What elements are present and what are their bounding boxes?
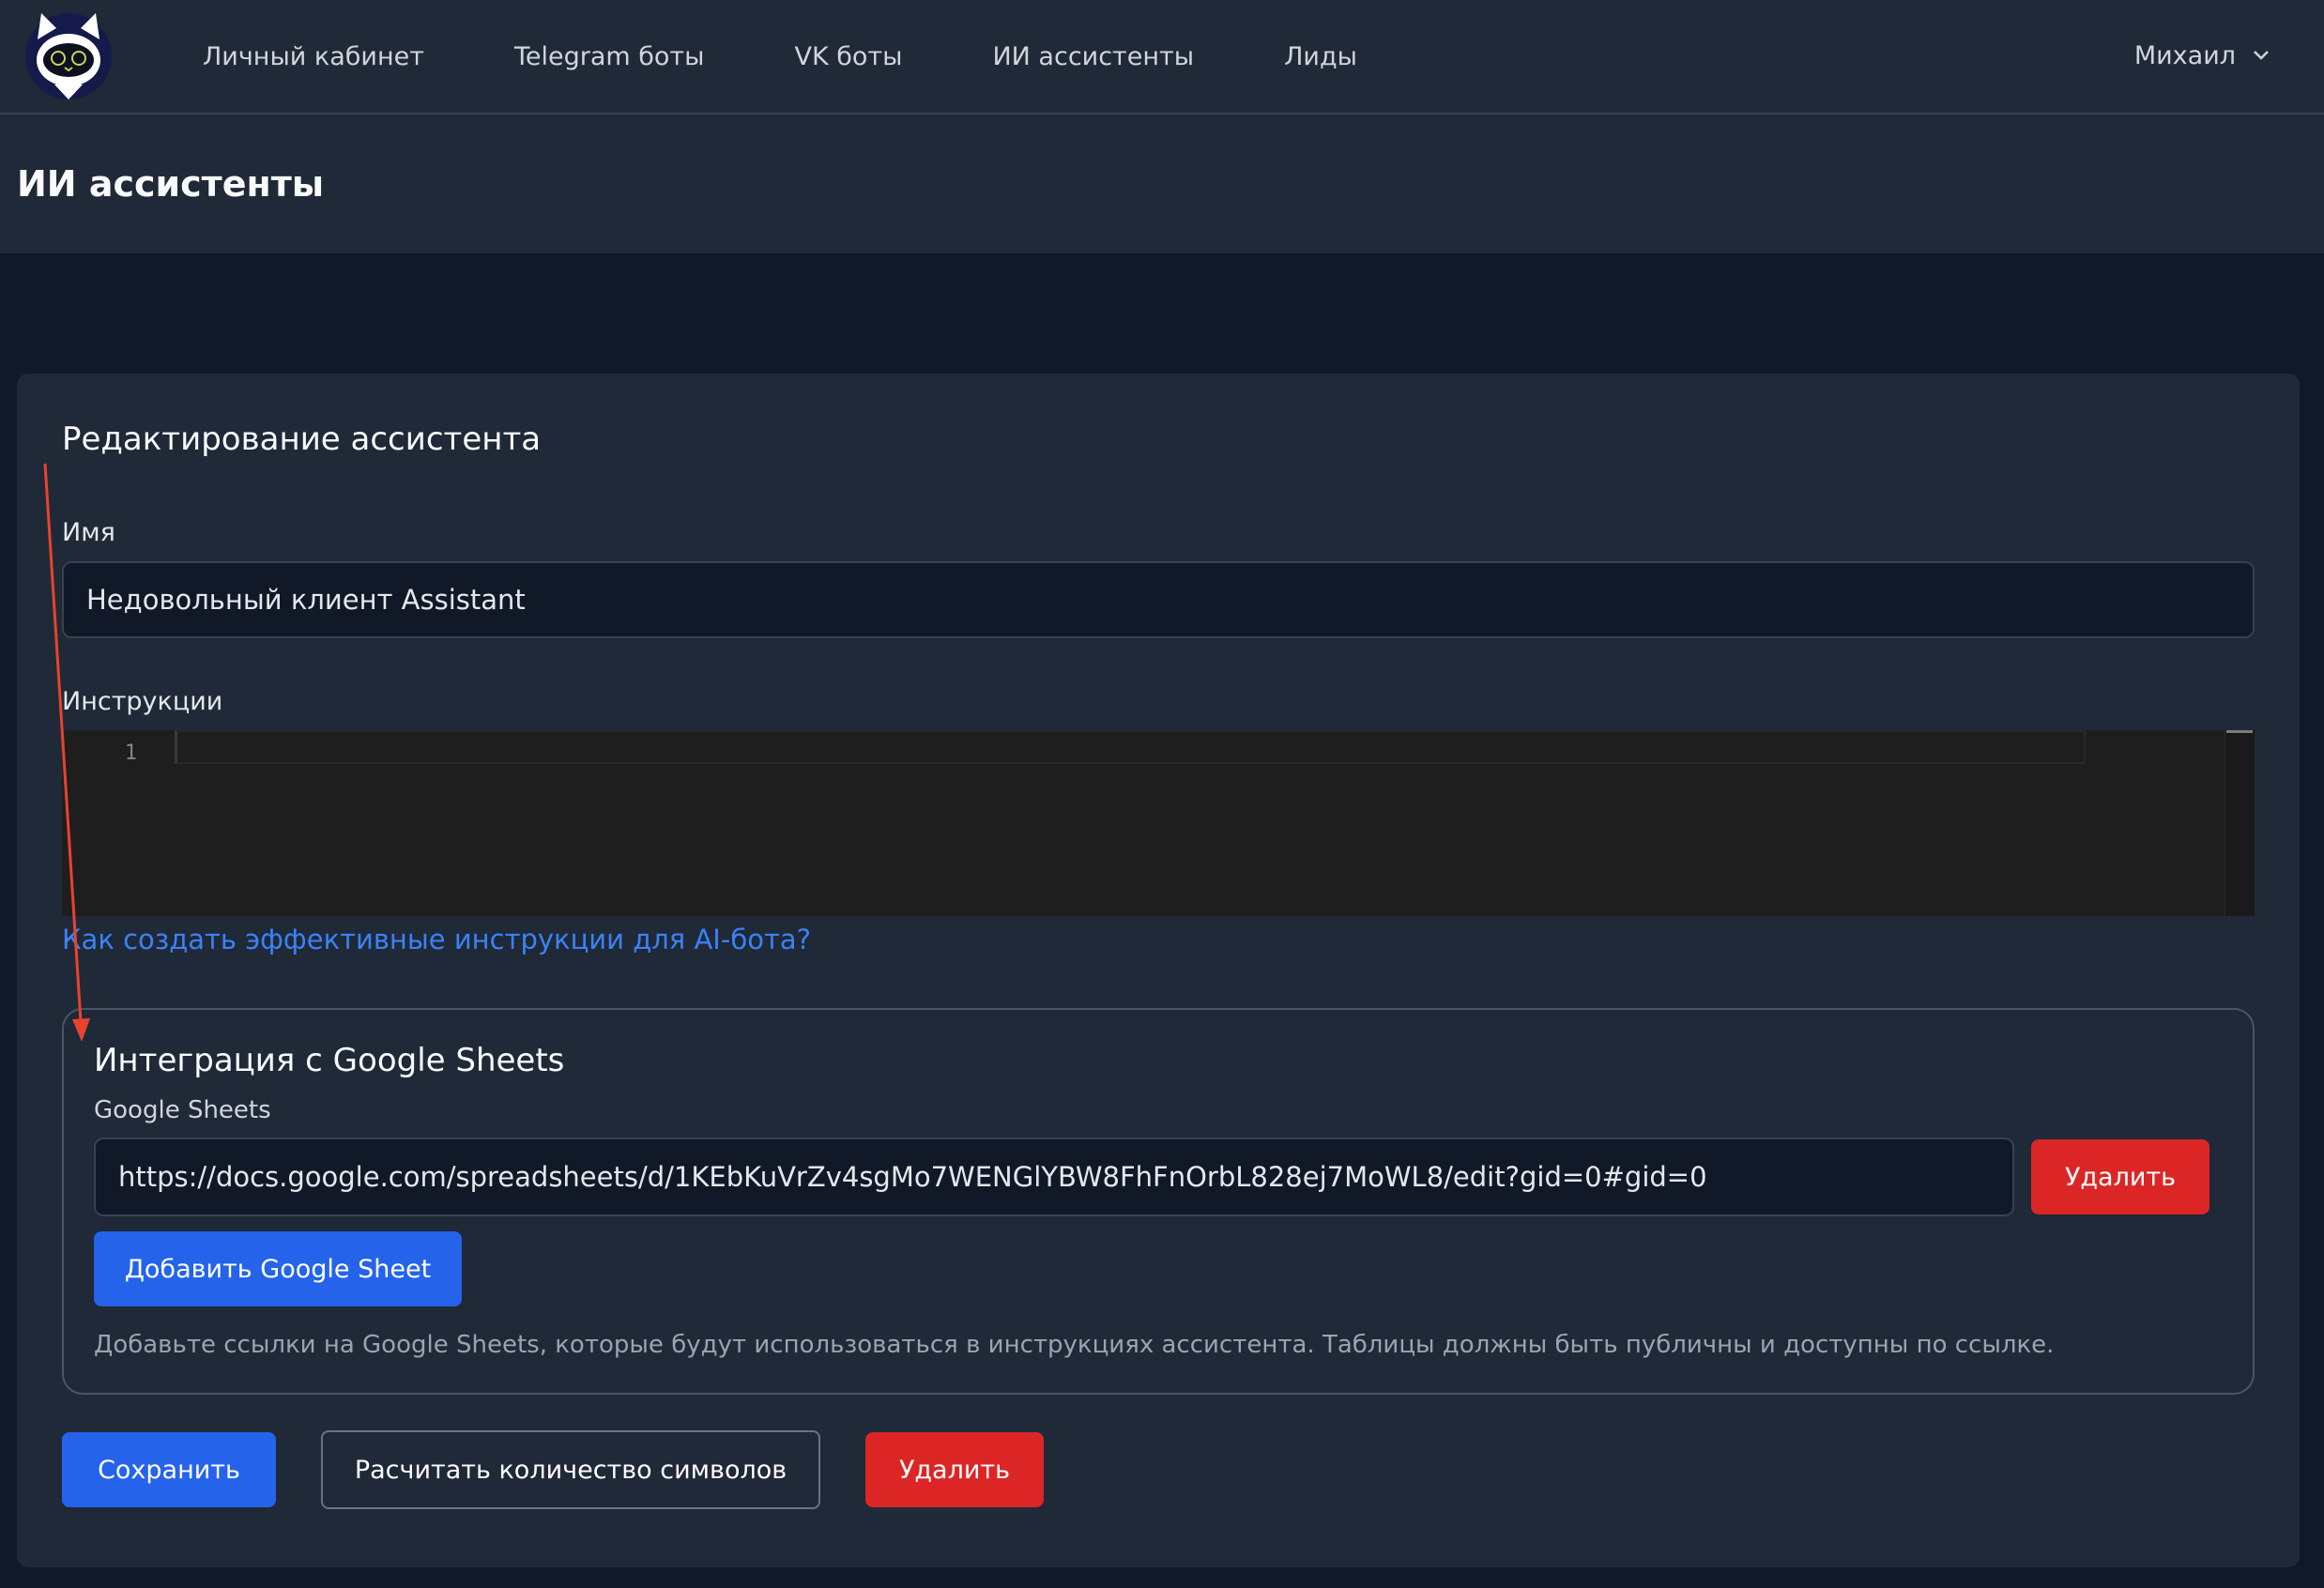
- count-characters-button[interactable]: Расчитать количество символов: [321, 1430, 820, 1509]
- google-sheets-label: Google Sheets: [94, 1096, 271, 1124]
- user-menu[interactable]: Михаил: [2134, 0, 2270, 111]
- page-header: ИИ ассистенты: [0, 115, 2324, 253]
- editor-gutter: 1: [62, 730, 175, 916]
- scrollbar-marker: [2226, 730, 2253, 733]
- page-title: ИИ ассистенты: [17, 163, 325, 205]
- google-sheets-title: Интеграция с Google Sheets: [94, 1042, 565, 1079]
- cat-logo-icon[interactable]: [17, 8, 120, 103]
- chevron-down-icon: [2254, 51, 2269, 60]
- nav-link-personal-account[interactable]: Личный кабинет: [203, 42, 424, 71]
- google-sheets-hint: Добавьте ссылки на Google Sheets, которы…: [94, 1331, 2055, 1359]
- google-sheet-url-input[interactable]: [94, 1138, 2014, 1216]
- card-title: Редактирование ассистента: [62, 420, 542, 458]
- nav-link-ai-assistants[interactable]: ИИ ассистенты: [992, 42, 1194, 71]
- google-sheets-integration: Интеграция с Google Sheets Google Sheets…: [62, 1008, 2255, 1395]
- line-number: 1: [124, 741, 137, 765]
- nav-link-leads[interactable]: Лиды: [1284, 42, 1357, 71]
- nav-link-telegram-bots[interactable]: Telegram боты: [514, 42, 705, 71]
- name-label: Имя: [62, 518, 115, 547]
- add-google-sheet-button[interactable]: Добавить Google Sheet: [94, 1231, 462, 1306]
- save-button[interactable]: Сохранить: [62, 1432, 276, 1507]
- instructions-help-link[interactable]: Как создать эффективные инструкции для A…: [62, 924, 811, 955]
- delete-assistant-button[interactable]: Удалить: [865, 1432, 1044, 1507]
- editor-scrollbar[interactable]: [2225, 730, 2255, 916]
- remove-sheet-button[interactable]: Удалить: [2031, 1139, 2209, 1214]
- assistant-name-input[interactable]: [62, 561, 2255, 638]
- instructions-code-editor[interactable]: 1: [62, 730, 2255, 916]
- instructions-label: Инструкции: [62, 687, 223, 716]
- edit-assistant-card: Редактирование ассистента Имя Инструкции…: [17, 374, 2300, 1567]
- nav-link-vk-bots[interactable]: VK боты: [794, 42, 902, 71]
- user-name: Михаил: [2133, 40, 2236, 70]
- main-nav: Личный кабинет Telegram боты VK боты ИИ …: [203, 0, 1357, 113]
- editor-current-line[interactable]: [175, 730, 2086, 764]
- top-navbar: Личный кабинет Telegram боты VK боты ИИ …: [0, 0, 2324, 115]
